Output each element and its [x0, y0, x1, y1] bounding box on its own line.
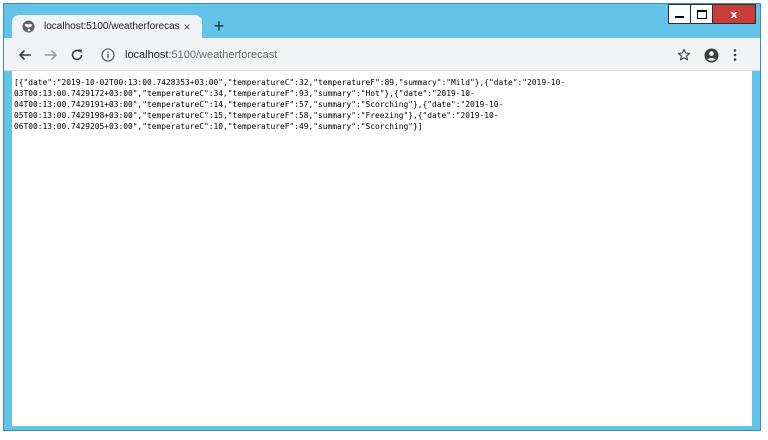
json-line: 06T00:13:00.7429205+03:00","temperatureC… — [14, 122, 423, 131]
url-path: :5100/weatherforecast — [168, 48, 278, 61]
tab-title: localhost:5100/weatherforecast — [44, 21, 180, 32]
reload-icon — [71, 49, 83, 61]
close-icon: x — [730, 7, 738, 21]
menu-button[interactable] — [726, 46, 744, 64]
profile-button[interactable] — [702, 46, 720, 64]
new-tab-button[interactable]: + — [210, 17, 228, 35]
json-line: 04T00:13:00.7429191+03:00","temperatureC… — [14, 100, 504, 109]
title-bar: localhost:5100/weatherforecast × + x — [4, 4, 760, 38]
account-icon — [704, 48, 718, 62]
json-line: 03T00:13:00.7429172+03:00","temperatureC… — [14, 89, 475, 98]
url-text[interactable]: localhost:5100/weatherforecast — [125, 49, 277, 61]
globe-icon — [22, 20, 35, 33]
tab-close-button[interactable]: × — [180, 20, 194, 34]
forward-button[interactable] — [42, 46, 60, 64]
arrow-left-icon — [18, 49, 31, 61]
info-icon[interactable] — [101, 47, 115, 62]
json-line: [{"date":"2019-10-02T00:13:00.7428353+03… — [14, 78, 566, 87]
window-controls: x — [668, 4, 756, 24]
more-vertical-icon — [733, 49, 737, 61]
back-button[interactable] — [16, 46, 34, 64]
browser-window: localhost:5100/weatherforecast × + x loc… — [3, 3, 761, 431]
maximize-button[interactable] — [690, 4, 713, 24]
active-tab[interactable]: localhost:5100/weatherforecast × — [12, 15, 202, 38]
url-host: localhost — [125, 48, 169, 61]
json-response: [{"date":"2019-10-02T00:13:00.7428353+03… — [12, 71, 752, 132]
address-bar[interactable]: localhost:5100/weatherforecast — [97, 42, 667, 67]
star-icon — [677, 48, 691, 61]
browser-toolbar: localhost:5100/weatherforecast — [4, 38, 760, 71]
bookmark-button[interactable] — [675, 46, 693, 64]
maximize-icon — [696, 9, 707, 19]
close-window-button[interactable]: x — [712, 4, 756, 24]
minimize-button[interactable] — [668, 4, 691, 24]
minimize-icon — [675, 16, 684, 18]
arrow-right-icon — [45, 49, 58, 61]
reload-button[interactable] — [68, 46, 86, 64]
json-line: 05T00:13:00.7429198+03:00","temperatureC… — [14, 111, 499, 120]
page-content: [{"date":"2019-10-02T00:13:00.7428353+03… — [12, 71, 752, 426]
